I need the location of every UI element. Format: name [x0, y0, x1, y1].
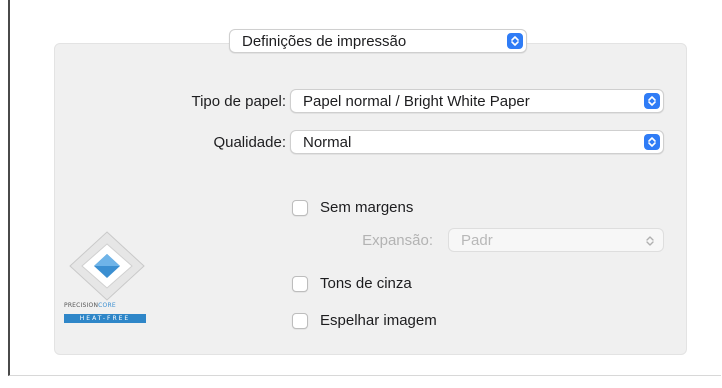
- paper-type-label: Tipo de papel:: [191, 93, 286, 110]
- expansion-label: Expansão:: [362, 232, 433, 249]
- quality-popup[interactable]: Normal: [290, 130, 664, 154]
- paper-type-value: Papel normal / Bright White Paper: [303, 92, 530, 110]
- popup-stepper-icon: [644, 93, 660, 109]
- borderless-checkbox[interactable]: [292, 200, 308, 216]
- precisioncore-logo-icon: [69, 231, 145, 301]
- expansion-popup[interactable]: Padr: [448, 228, 664, 252]
- borderless-label[interactable]: Sem margens: [320, 199, 413, 216]
- mirror-checkbox[interactable]: [292, 313, 308, 329]
- quality-value: Normal: [303, 133, 352, 151]
- logo-brand-text: PRECISIONCORE: [64, 302, 116, 309]
- mirror-label[interactable]: Espelhar imagem: [320, 312, 437, 329]
- popup-stepper-icon: [644, 134, 660, 150]
- logo-tagline: HEAT-FREE: [64, 314, 146, 323]
- expansion-value: Padr: [461, 231, 493, 249]
- popup-stepper-icon: [645, 234, 655, 251]
- settings-section-popup[interactable]: Definições de impressão: [229, 29, 527, 53]
- quality-label: Qualidade:: [213, 134, 286, 151]
- grayscale-label[interactable]: Tons de cinza: [320, 275, 412, 292]
- settings-section-popup-label: Definições de impressão: [242, 32, 407, 50]
- grayscale-checkbox[interactable]: [292, 276, 308, 292]
- paper-type-popup[interactable]: Papel normal / Bright White Paper: [290, 89, 664, 113]
- popup-stepper-icon: [507, 33, 523, 49]
- print-dialog: Definições de impressão Tipo de papel: P…: [8, 0, 721, 376]
